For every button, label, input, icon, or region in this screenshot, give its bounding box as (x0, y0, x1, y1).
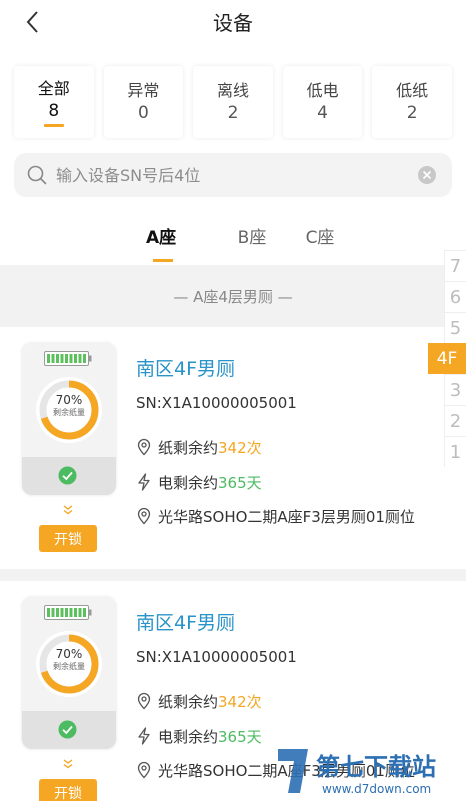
floor-index-bar: 7 6 5 4F 3 2 1 (428, 250, 466, 467)
device-info: 南区4F男厕 SN:X1A10000005001 纸剩余约 342次 电剩余约 36… (136, 357, 456, 526)
filter-label: 低电 (306, 81, 339, 100)
device-card[interactable]: 70% 剩余纸量 开锁 南区4F男厕 SN:X1A10000005001 纸剩余… (0, 327, 466, 581)
device-sn: SN:X1A10000005001 (136, 394, 297, 412)
app-header: 设备 (0, 0, 466, 44)
location-pin-icon (137, 761, 151, 779)
search-bar (14, 153, 452, 197)
floor-index-item[interactable]: 3 (444, 374, 466, 405)
filter-low-paper[interactable]: 低纸 2 (372, 66, 452, 138)
tab-building-c[interactable]: C座 (286, 209, 354, 265)
filter-count: 2 (406, 103, 418, 123)
filter-count: 4 (317, 103, 328, 123)
floor-index-item[interactable]: 5 (444, 312, 466, 343)
search-input[interactable] (56, 165, 396, 185)
paper-value: 342次 (218, 692, 262, 711)
paper-remaining-row: 纸剩余约 342次 (136, 437, 456, 457)
site-watermark-logo: 第七下载站 www.d7down.com (278, 749, 436, 796)
device-illustration: 70% 剩余纸量 (22, 343, 116, 495)
clear-icon[interactable] (416, 164, 438, 186)
filter-count: 8 (48, 100, 60, 121)
device-name[interactable]: 南区4F男厕 (136, 611, 456, 635)
filter-low-power[interactable]: 低电 4 (282, 66, 363, 138)
filter-all[interactable]: 全部 8 (14, 66, 94, 138)
floor-section-header: — A座4层男厕 — (0, 265, 466, 327)
tab-label: A座 (146, 228, 177, 248)
filter-offline[interactable]: 离线 2 (193, 66, 273, 138)
page-title: 设备 (213, 11, 253, 35)
power-prefix: 电剩余约 (158, 727, 219, 746)
tab-building-b[interactable]: B座 (218, 209, 286, 265)
floor-index-item[interactable]: 1 (444, 436, 466, 467)
paper-value: 342次 (218, 438, 262, 457)
section-title: — A座4层男厕 — (173, 287, 293, 306)
status-filter-bar: 全部 8 异常 0 离线 2 低电 4 低纸 2 (0, 66, 466, 138)
paper-prefix: 纸剩余约 (158, 692, 219, 711)
paper-sub-label: 剩余纸量 (53, 662, 85, 671)
device-name[interactable]: 南区4F男厕 (136, 357, 456, 381)
address-row: 光华路SOHO二期A座F3层男厕01厕位 (136, 506, 456, 526)
watermark-url: www.d7down.com (322, 782, 431, 796)
lightning-icon (138, 727, 150, 745)
floor-index-item[interactable]: 2 (444, 405, 466, 436)
battery-icon (44, 351, 92, 366)
paper-level-text: 70% 剩余纸量 (34, 393, 104, 419)
power-remaining-row: 电剩余约 365天 (136, 472, 456, 492)
filter-count: 2 (227, 103, 239, 123)
power-prefix: 电剩余约 (158, 473, 219, 492)
building-tabs: A座 B座 C座 (0, 209, 466, 265)
floor-index-item[interactable]: 6 (444, 281, 466, 312)
paper-remaining-row: 纸剩余约 342次 (136, 691, 456, 711)
filter-abnormal[interactable]: 异常 0 (103, 66, 184, 138)
power-value: 365天 (218, 473, 262, 492)
double-chevron-down-icon (63, 759, 73, 769)
location-pin-icon (137, 507, 151, 525)
tab-label: B座 (237, 228, 267, 248)
power-value: 365天 (218, 727, 262, 746)
search-icon (27, 165, 47, 185)
paper-level-text: 70% 剩余纸量 (34, 647, 104, 673)
location-pin-icon (137, 692, 151, 710)
floor-index-item[interactable]: 7 (444, 250, 466, 281)
paper-percent: 70% (55, 647, 83, 661)
device-address: 光华路SOHO二期A座F3层男厕01厕位 (158, 507, 415, 526)
unlock-button[interactable]: 开锁 (39, 779, 97, 801)
floor-index-item-active[interactable]: 4F (428, 343, 466, 374)
device-illustration: 70% 剩余纸量 (22, 597, 116, 749)
paper-sub-label: 剩余纸量 (53, 408, 85, 417)
watermark-brand: 第七下载站 (316, 753, 436, 781)
location-pin-icon (137, 438, 151, 456)
filter-label: 低纸 (396, 81, 429, 100)
device-sn: SN:X1A10000005001 (136, 648, 297, 666)
double-chevron-down-icon (63, 505, 73, 515)
battery-icon (44, 605, 92, 620)
lightning-icon (138, 473, 150, 491)
tab-label: C座 (305, 228, 335, 248)
paper-prefix: 纸剩余约 (158, 438, 219, 457)
tab-building-a[interactable]: A座 (146, 209, 218, 265)
paper-percent: 70% (55, 393, 83, 407)
filter-label: 离线 (216, 81, 249, 100)
filter-label: 异常 (127, 81, 160, 100)
check-circle-icon (58, 720, 77, 739)
unlock-button[interactable]: 开锁 (39, 525, 97, 552)
active-underline (153, 259, 173, 262)
active-underline (43, 123, 64, 127)
filter-count: 0 (137, 103, 149, 123)
filter-label: 全部 (37, 78, 70, 98)
check-circle-icon (58, 466, 77, 485)
